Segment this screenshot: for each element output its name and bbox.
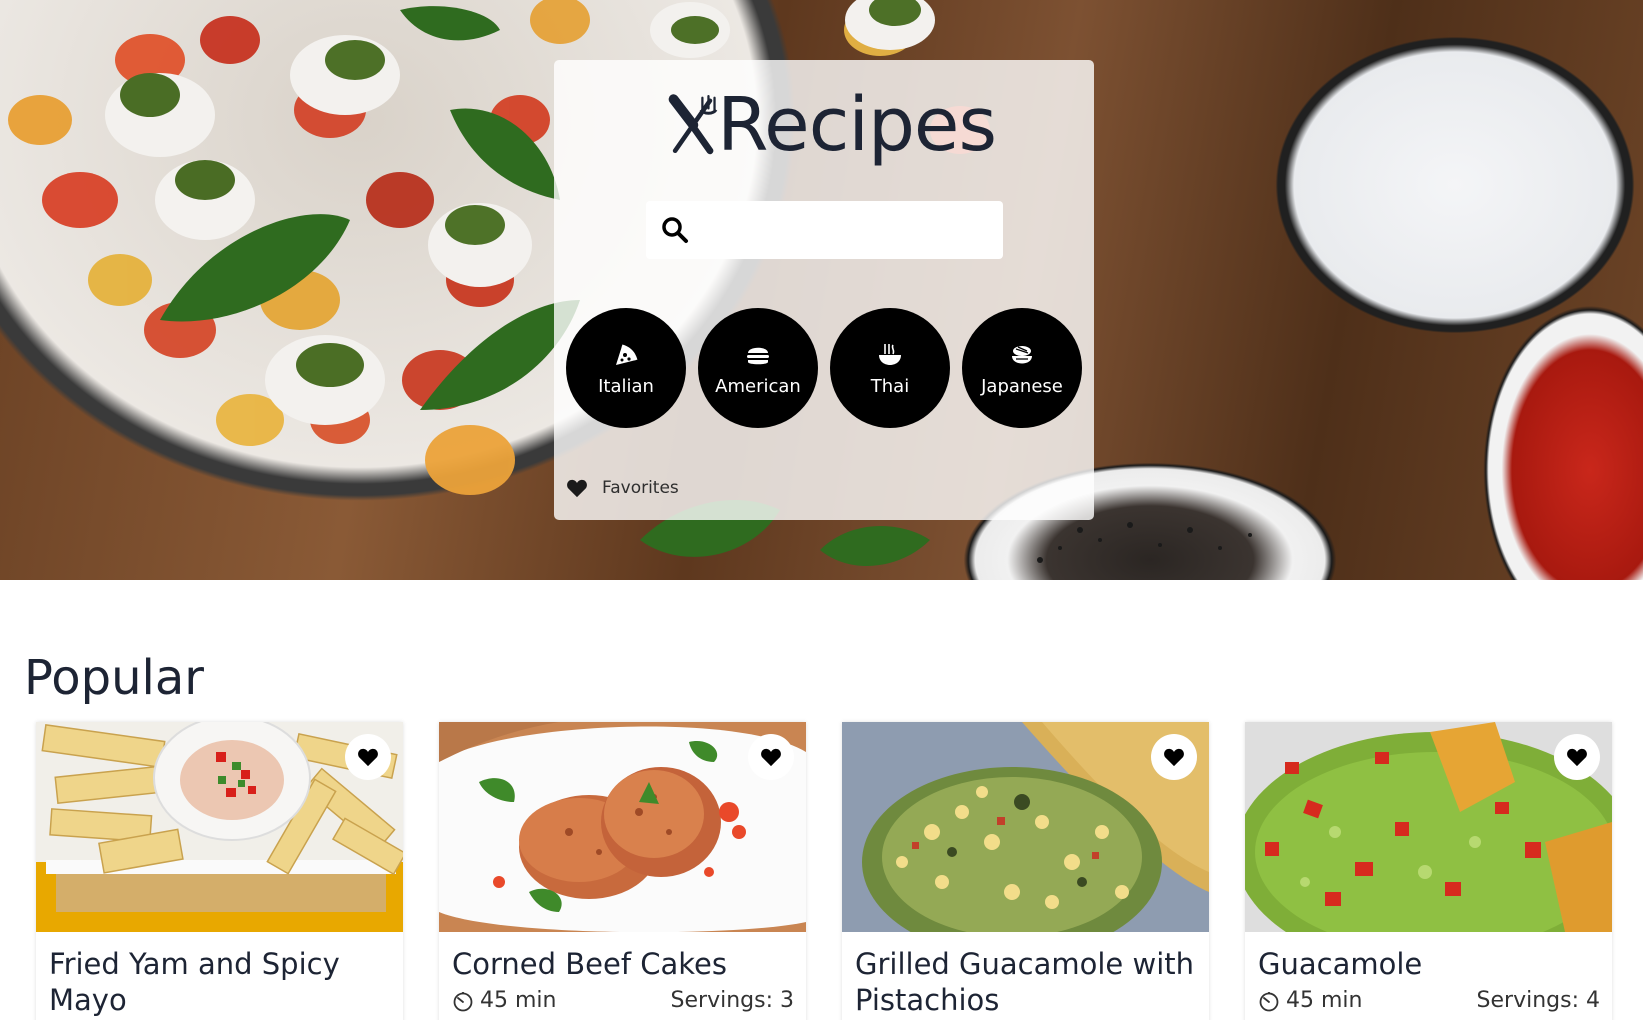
cuisine-list: Italian American Thai Japanese [566, 308, 1082, 428]
favorite-toggle-button[interactable] [1151, 734, 1197, 780]
favorite-toggle-button[interactable] [345, 734, 391, 780]
recipe-image [36, 722, 403, 932]
recipe-image [1245, 722, 1612, 932]
recipe-card-list: Fried Yam and Spicy Mayo Corned Beef Cak… [36, 722, 1612, 1020]
cuisine-japanese-button[interactable]: Japanese [962, 308, 1082, 428]
cuisine-label: American [715, 375, 801, 397]
heart-icon [1567, 748, 1587, 767]
hero-search-panel: Recipes Italian American Thai Japanese F… [554, 60, 1094, 520]
recipe-time-value: 45 min [1286, 988, 1363, 1013]
recipe-card[interactable]: Fried Yam and Spicy Mayo [36, 722, 403, 1020]
recipe-title: Corned Beef Cakes [452, 947, 727, 981]
app-title: Recipes [717, 82, 997, 168]
recipe-image [842, 722, 1209, 932]
cuisine-label: Thai [870, 375, 910, 397]
timer-icon [453, 991, 473, 1011]
recipe-servings: Servings: 3 [670, 988, 794, 1013]
recipe-meta: 45 min Servings: 3 [452, 988, 794, 1013]
cuisine-thai-button[interactable]: Thai [830, 308, 950, 428]
cuisine-label: Japanese [981, 375, 1063, 397]
burger-icon [747, 347, 769, 364]
hero-banner: Recipes Italian American Thai Japanese F… [0, 0, 1643, 580]
heart-icon [567, 479, 587, 498]
recipe-title: Guacamole [1258, 947, 1423, 981]
fork-knife-icon [668, 94, 718, 155]
recipe-time: 45 min [1258, 988, 1362, 1013]
heart-icon [358, 748, 378, 767]
recipe-card-body: Guacamole 45 min Servings: 4 [1245, 932, 1612, 1013]
cuisine-italian-button[interactable]: Italian [566, 308, 686, 428]
heart-icon [1164, 748, 1184, 767]
sushi-icon [1012, 345, 1032, 363]
search-bar[interactable] [646, 201, 1003, 259]
search-icon [662, 217, 688, 243]
favorite-toggle-button[interactable] [1554, 734, 1600, 780]
recipe-time: 45 min [452, 988, 556, 1013]
recipe-image [439, 722, 806, 932]
search-input[interactable] [690, 201, 1003, 259]
noodle-bowl-icon [879, 343, 901, 365]
recipe-servings: Servings: 4 [1476, 988, 1600, 1013]
recipe-meta: 45 min Servings: 4 [1258, 988, 1600, 1013]
heart-icon [761, 748, 781, 767]
recipe-title: Fried Yam and Spicy Mayo [49, 947, 340, 1017]
recipe-card[interactable]: Grilled Guacamole with Pistachios [842, 722, 1209, 1020]
favorite-toggle-button[interactable] [748, 734, 794, 780]
cuisine-american-button[interactable]: American [698, 308, 818, 428]
recipe-time-value: 45 min [480, 988, 557, 1013]
favorites-label: Favorites [602, 478, 679, 498]
recipe-title: Grilled Guacamole with Pistachios [855, 947, 1195, 1017]
popular-section-title: Popular [24, 650, 204, 706]
recipe-card[interactable]: Corned Beef Cakes 45 min Servings: 3 [439, 722, 806, 1020]
recipe-card-body: Corned Beef Cakes 45 min Servings: 3 [439, 932, 806, 1013]
recipe-card-body: Grilled Guacamole with Pistachios [842, 932, 1209, 1018]
app-logo: Recipes [666, 80, 997, 170]
cuisine-label: Italian [598, 375, 654, 397]
recipe-card-body: Fried Yam and Spicy Mayo [36, 932, 403, 1018]
recipe-card[interactable]: Guacamole 45 min Servings: 4 [1245, 722, 1612, 1020]
timer-icon [1259, 991, 1279, 1011]
favorites-link[interactable]: Favorites [566, 478, 679, 498]
pizza-icon [616, 344, 638, 365]
